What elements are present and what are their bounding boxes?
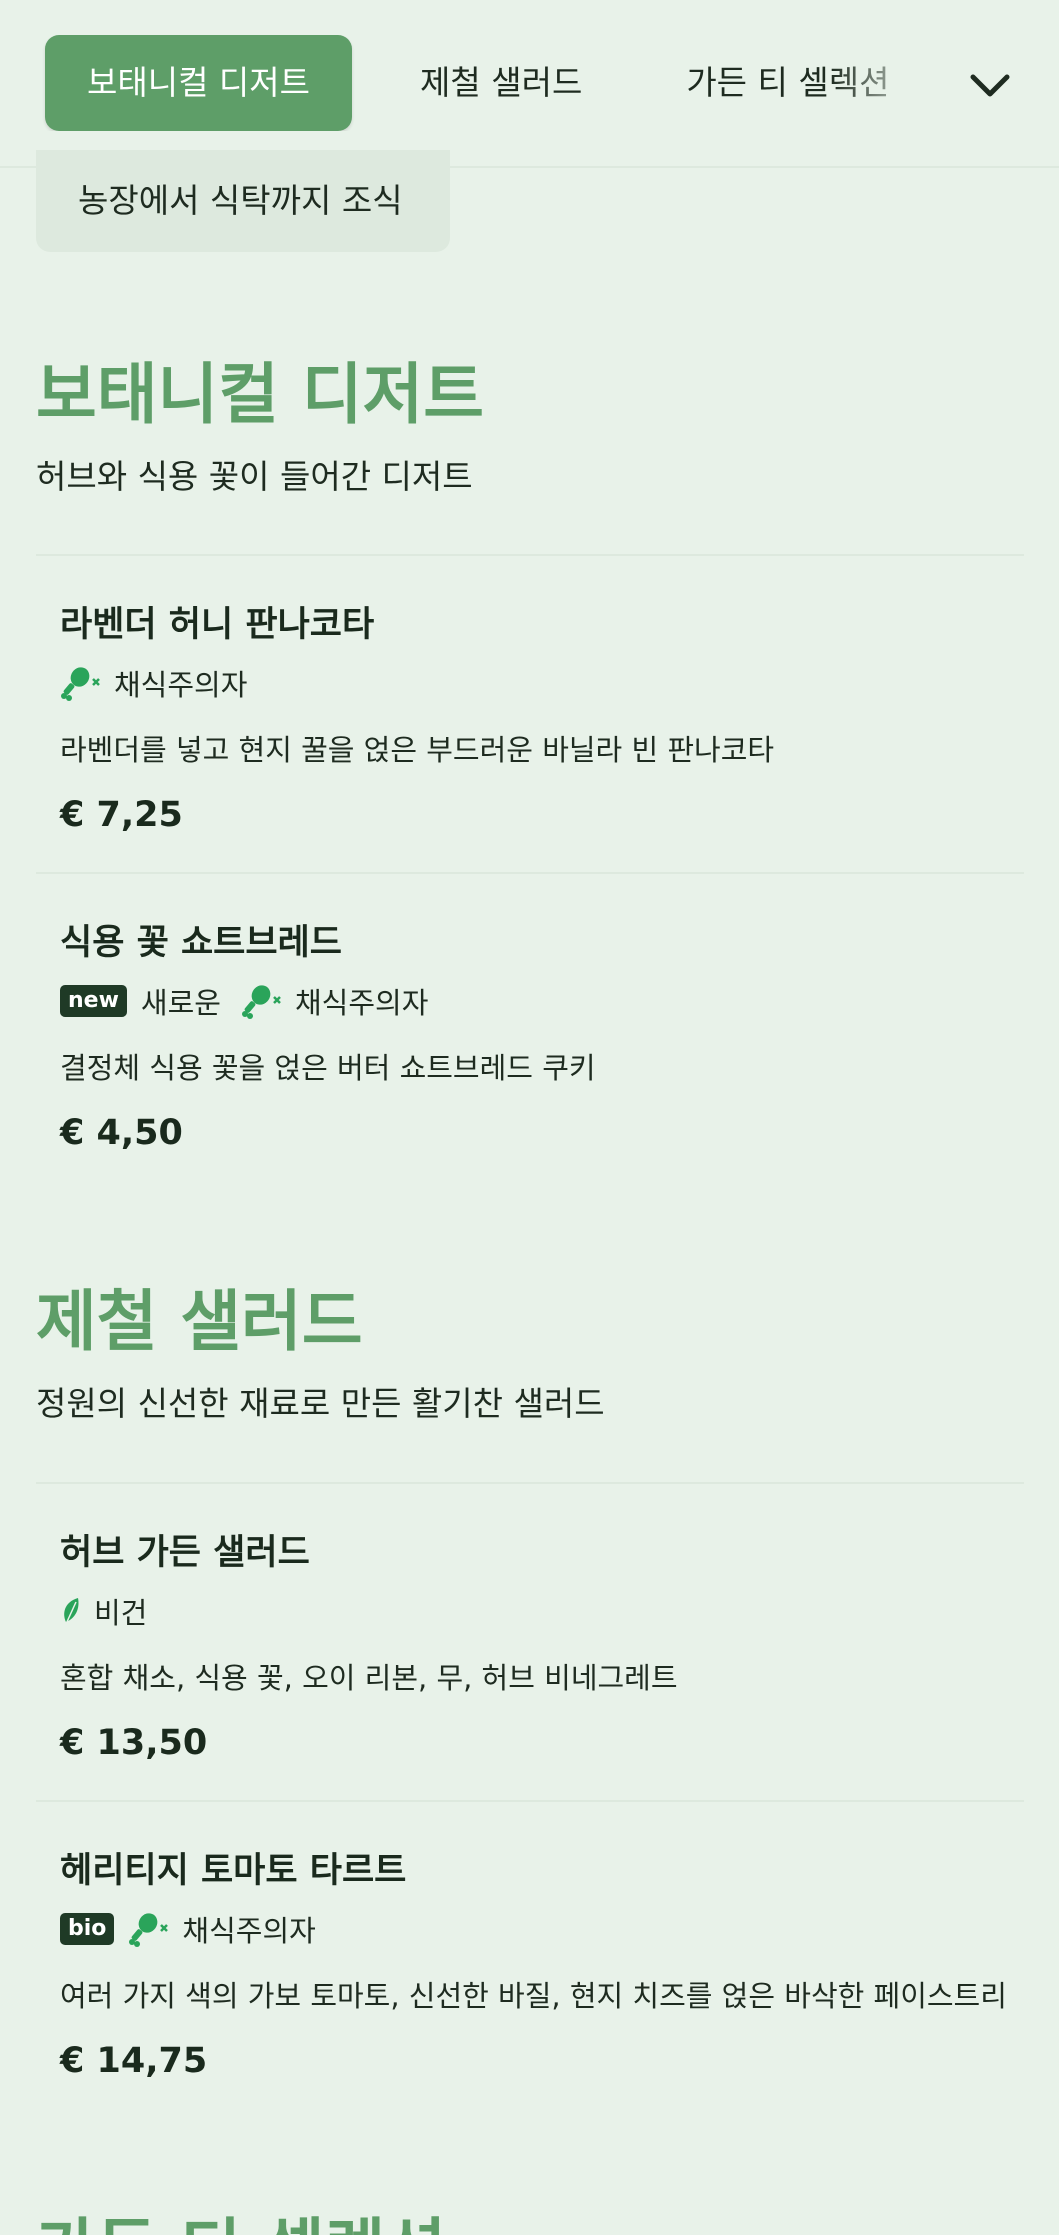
tab-garden-tea[interactable]: 가든 티 셀렉션 xyxy=(634,35,920,131)
category-nav: 보태니컬 디저트 제철 샐러드 가든 티 셀렉션 xyxy=(0,0,1059,168)
item-price: € 13,50 xyxy=(60,1723,208,1763)
section-description: 허브와 식용 꽃이 들어간 디저트 xyxy=(36,457,473,497)
section-title: 보태니컬 디저트 xyxy=(36,356,485,433)
item-description: 여러 가지 색의 가보 토마토, 신선한 바질, 현지 치즈를 얹은 바삭한 페… xyxy=(60,1979,1007,2013)
drumstick-crossed-icon xyxy=(61,667,100,701)
item-price: € 7,25 xyxy=(60,795,183,835)
vegetarian-tag: 채식주의자 xyxy=(60,662,247,704)
menu-item[interactable]: 식용 꽃 쇼트브레드 new 새로운 채식주의자 결정체 식용 꽃을 얹은 버터… xyxy=(36,872,1024,1190)
menu-item[interactable]: 허브 가든 샐러드 비건 혼합 채소, 식용 꽃, 오이 리본, 무, 허브 비… xyxy=(36,1482,1024,1800)
item-tags: 비건 xyxy=(60,1589,1024,1633)
new-badge: new xyxy=(60,985,127,1017)
item-description: 라벤더를 넣고 현지 꿀을 얹은 부드러운 바닐라 빈 판나코타 xyxy=(60,733,775,767)
vegetarian-tag: 채식주의자 xyxy=(128,1908,316,1950)
section-title: 제철 샐러드 xyxy=(36,1283,363,1360)
item-price: € 4,50 xyxy=(60,1113,183,1153)
tag-label: 채식주의자 xyxy=(294,986,429,1020)
new-tag-label: 새로운 xyxy=(140,986,221,1020)
category-chip-breakfast[interactable]: 농장에서 식탁까지 조식 xyxy=(36,150,450,252)
section-title-garden-tea: 가든 티 셀렉션 xyxy=(36,2196,446,2235)
drumstick-crossed-icon xyxy=(241,985,281,1019)
section-seasonal-salads: 제철 샐러드 정원의 신선한 재료로 만든 활기찬 샐러드 xyxy=(36,1282,1024,1425)
vegan-tag: 비건 xyxy=(60,1590,147,1632)
item-tags: new 새로운 채식주의자 xyxy=(60,979,1024,1023)
item-name: 식용 꽃 쇼트브레드 xyxy=(60,923,342,963)
bio-badge: bio xyxy=(60,1913,115,1945)
tag-label: 채식주의자 xyxy=(182,1914,316,1948)
chevron-down-icon[interactable] xyxy=(967,62,1013,108)
section-botanical-desserts: 보태니컬 디저트 허브와 식용 꽃이 들어간 디저트 xyxy=(36,355,1024,498)
item-price: € 14,75 xyxy=(60,2041,208,2081)
section-description: 정원의 신선한 재료로 만든 활기찬 샐러드 xyxy=(36,1384,605,1424)
leaf-icon xyxy=(64,1598,79,1625)
item-name: 라벤더 허니 판나코타 xyxy=(60,605,375,645)
drumstick-crossed-icon xyxy=(129,1913,169,1947)
item-tags: bio 채식주의자 xyxy=(60,1907,1024,1951)
vegetarian-tag: 채식주의자 xyxy=(241,980,428,1022)
tag-label: 채식주의자 xyxy=(114,668,248,702)
item-name: 허브 가든 샐러드 xyxy=(60,1533,310,1573)
item-description: 혼합 채소, 식용 꽃, 오이 리본, 무, 허브 비네그레트 xyxy=(60,1661,678,1695)
item-description: 결정체 식용 꽃을 얹은 버터 쇼트브레드 쿠키 xyxy=(60,1051,596,1085)
tab-botanical-desserts[interactable]: 보태니컬 디저트 xyxy=(45,35,353,131)
menu-item[interactable]: 헤리티지 토마토 타르트 bio 채식주의자 여러 가지 색의 가보 토마토, … xyxy=(36,1800,1024,2118)
tab-seasonal-salads[interactable]: 제철 샐러드 xyxy=(368,35,634,131)
item-name: 헤리티지 토마토 타르트 xyxy=(60,1851,407,1891)
menu-item[interactable]: 라벤더 허니 판나코타 채식주의자 라벤더를 넣고 현지 꿀을 얹은 부드러운 … xyxy=(36,554,1024,872)
tag-label: 비건 xyxy=(94,1596,148,1630)
category-tabs: 보태니컬 디저트 제철 샐러드 가든 티 셀렉션 xyxy=(0,35,920,131)
item-tags: 채식주의자 xyxy=(60,661,1024,705)
